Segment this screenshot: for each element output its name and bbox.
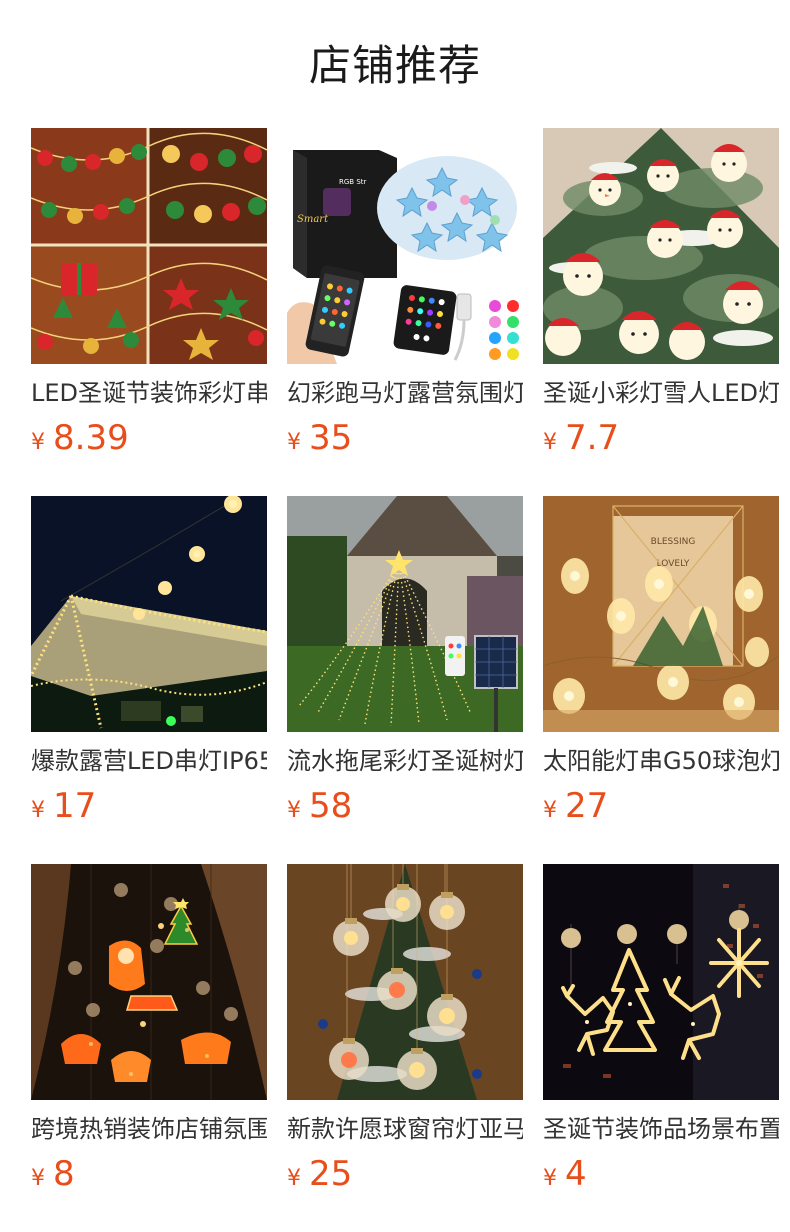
product-price: ¥8.39	[31, 416, 129, 460]
ornament-string-lights-photo	[31, 128, 267, 364]
currency-symbol: ¥	[31, 798, 45, 823]
product-name[interactable]: LED圣诞节装饰彩灯串	[31, 376, 267, 410]
product-card[interactable]: 新款许愿球窗帘灯亚马逊 ¥25	[287, 864, 523, 1214]
product-name[interactable]: 太阳能灯串G50球泡灯	[543, 744, 779, 778]
product-image[interactable]	[287, 496, 523, 732]
product-price: ¥7.7	[543, 416, 619, 460]
product-price: ¥17	[31, 784, 96, 828]
wishing-ball-curtain-lights-tree-photo	[287, 864, 523, 1100]
product-name[interactable]: 幻彩跑马灯露营氛围灯	[287, 376, 523, 410]
product-card[interactable]: 圣诞节装饰品场景布置灯 ¥4	[543, 864, 779, 1214]
product-name[interactable]: 流水拖尾彩灯圣诞树灯	[287, 744, 523, 778]
price-amount: 4	[565, 1154, 587, 1194]
product-card[interactable]: LED圣诞节装饰彩灯串 ¥8.39	[31, 128, 267, 478]
page-title: 店铺推荐	[308, 41, 481, 90]
product-image[interactable]	[287, 864, 523, 1100]
product-name[interactable]: 爆款露营LED串灯IP65	[31, 744, 267, 778]
product-image[interactable]	[31, 864, 267, 1100]
price-amount: 27	[565, 786, 609, 826]
waterfall-star-tree-solar-photo	[287, 496, 523, 732]
product-price: ¥4	[543, 1152, 587, 1196]
product-price: ¥8	[31, 1152, 75, 1196]
product-image[interactable]	[31, 128, 267, 364]
product-image[interactable]: RGB Str Smart	[287, 128, 523, 364]
snowman-lights-on-tree-photo	[543, 128, 779, 364]
box-label: RGB Str	[339, 178, 367, 186]
product-card[interactable]: 爆款露营LED串灯IP65 ¥17	[31, 496, 267, 846]
g50-bulb-string-lights-photo: BLESSING LOVELY	[543, 496, 779, 732]
camping-tent-bulb-lights-night-photo	[31, 496, 267, 732]
currency-symbol: ¥	[31, 430, 45, 455]
product-card[interactable]: 流水拖尾彩灯圣诞树灯 ¥58	[287, 496, 523, 846]
product-name[interactable]: 跨境热销装饰店铺氛围灯	[31, 1112, 267, 1146]
product-price: ¥27	[543, 784, 608, 828]
product-price: ¥58	[287, 784, 352, 828]
product-name[interactable]: 圣诞节装饰品场景布置灯	[543, 1112, 779, 1146]
currency-symbol: ¥	[543, 430, 557, 455]
currency-symbol: ¥	[287, 798, 301, 823]
product-image[interactable]	[31, 496, 267, 732]
product-card[interactable]: 圣诞小彩灯雪人LED灯 ¥7.7	[543, 128, 779, 478]
currency-symbol: ¥	[543, 798, 557, 823]
product-name[interactable]: 圣诞小彩灯雪人LED灯	[543, 376, 779, 410]
product-image[interactable]: BLESSING LOVELY	[543, 496, 779, 732]
price-amount: 7.7	[565, 418, 620, 458]
product-price: ¥25	[287, 1152, 352, 1196]
price-amount: 8.39	[53, 418, 129, 458]
christmas-window-suction-lights-photo	[31, 864, 267, 1100]
product-name[interactable]: 新款许愿球窗帘灯亚马逊	[287, 1112, 523, 1146]
price-amount: 8	[53, 1154, 75, 1194]
sign-line-1: BLESSING	[651, 537, 696, 547]
price-amount: 17	[53, 786, 97, 826]
price-amount: 35	[309, 418, 353, 458]
product-image[interactable]	[543, 128, 779, 364]
rgb-star-string-app-remote-photo: RGB Str Smart	[287, 128, 523, 364]
product-price: ¥35	[287, 416, 352, 460]
currency-symbol: ¥	[287, 1166, 301, 1191]
product-card[interactable]: 跨境热销装饰店铺氛围灯 ¥8	[31, 864, 267, 1214]
box-brand: Smart	[297, 214, 329, 225]
product-card[interactable]: BLESSING LOVELY 太阳能灯串G50球泡灯 ¥ 27	[543, 496, 779, 846]
currency-symbol: ¥	[31, 1166, 45, 1191]
currency-symbol: ¥	[287, 430, 301, 455]
price-amount: 58	[309, 786, 353, 826]
product-card[interactable]: RGB Str Smart 幻彩跑马灯露营氛围灯 ¥ 35	[287, 128, 523, 478]
price-amount: 25	[309, 1154, 353, 1194]
product-image[interactable]	[543, 864, 779, 1100]
reindeer-tree-snowflake-window-lights-photo	[543, 864, 779, 1100]
currency-symbol: ¥	[543, 1166, 557, 1191]
